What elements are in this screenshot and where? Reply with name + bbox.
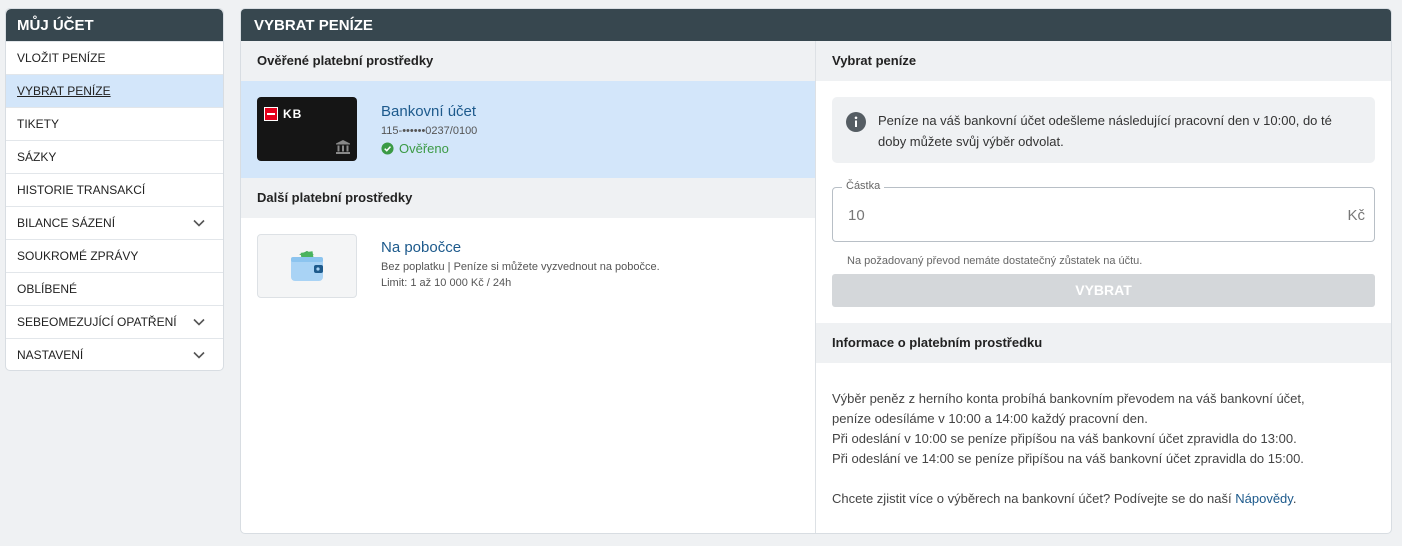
- branch-method-description: Bez poplatku | Peníze si můžete vyzvedno…: [381, 261, 660, 273]
- account-sidebar: MŮJ ÚČET VLOŽIT PENÍZE VYBRAT PENÍZE TIK…: [5, 8, 224, 371]
- sidebar-item-tickets[interactable]: TIKETY: [6, 107, 223, 140]
- withdraw-notice: Peníze na váš bankovní účet odešleme nás…: [832, 97, 1375, 163]
- info-icon: [846, 112, 866, 132]
- amount-label: Částka: [842, 180, 885, 192]
- help-link[interactable]: Nápovědy: [1235, 491, 1293, 506]
- sidebar-item-bets[interactable]: SÁZKY: [6, 140, 223, 173]
- sidebar-item-self-limitation[interactable]: SEBEOMEZUJÍCÍ OPATŘENÍ: [6, 305, 223, 338]
- kb-logo: KB: [264, 107, 302, 121]
- other-methods-title: Další platební prostředky: [241, 178, 815, 218]
- sidebar-item-label: SÁZKY: [17, 150, 57, 164]
- method-info-line: Výběr peněz z herního konta probíhá bank…: [832, 391, 1305, 406]
- sidebar-item-withdraw[interactable]: VYBRAT PENÍZE: [6, 74, 223, 107]
- sidebar-item-settings[interactable]: NASTAVENÍ: [6, 338, 223, 370]
- sidebar-item-favorites[interactable]: OBLÍBENÉ: [6, 272, 223, 305]
- bank-account-number: 115-••••••0237/0100: [381, 124, 478, 137]
- wallet-icon: [291, 251, 323, 281]
- amount-input[interactable]: Částka 10 Kč: [832, 180, 1375, 242]
- chevron-down-icon: [193, 318, 205, 326]
- sidebar-item-transaction-history[interactable]: HISTORIE TRANSAKCÍ: [6, 173, 223, 206]
- bank-card: KB: [257, 97, 357, 161]
- payment-methods-column: Ověřené platební prostředky KB Bankovní …: [241, 41, 816, 533]
- sidebar-item-label: SOUKROMÉ ZPRÁVY: [17, 249, 139, 263]
- check-circle-icon: [381, 141, 394, 155]
- method-info-title: Informace o platebním prostředku: [816, 323, 1391, 363]
- sidebar-item-private-messages[interactable]: SOUKROMÉ ZPRÁVY: [6, 239, 223, 272]
- page-title: VYBRAT PENÍZE: [241, 9, 1391, 41]
- branch-method-name: Na pobočce: [381, 239, 462, 256]
- method-info-line: Při odeslání v 10:00 se peníze připíšou …: [832, 431, 1297, 446]
- withdraw-button[interactable]: VYBRAT: [832, 274, 1375, 307]
- branch-method[interactable]: Na pobočce Bez poplatku | Peníze si může…: [241, 218, 815, 314]
- method-info-line: Při odeslání ve 14:00 se peníze připíšou…: [832, 451, 1304, 466]
- currency-label: Kč: [1347, 207, 1365, 224]
- withdraw-form-column: Vybrat peníze Peníze na váš bankovní úče…: [816, 41, 1391, 533]
- sidebar-title: MŮJ ÚČET: [6, 9, 223, 41]
- sidebar-item-label: SEBEOMEZUJÍCÍ OPATŘENÍ: [17, 315, 177, 329]
- help-text: Chcete zjistit více o výběrech na bankov…: [832, 491, 1297, 506]
- withdraw-section-title: Vybrat peníze: [816, 41, 1391, 81]
- sidebar-item-label: BILANCE SÁZENÍ: [17, 216, 116, 230]
- sidebar-item-betting-balance[interactable]: BILANCE SÁZENÍ: [6, 206, 223, 239]
- method-info-body: Výběr peněz z herního konta probíhá bank…: [816, 363, 1391, 509]
- bank-account-method[interactable]: KB Bankovní účet 115-••••••0237/0100 Ově…: [241, 81, 815, 178]
- sidebar-item-label: VYBRAT PENÍZE: [17, 84, 111, 98]
- branch-method-icon-box: [257, 234, 357, 298]
- withdraw-panel: VYBRAT PENÍZE Ověřené platební prostředk…: [240, 8, 1392, 534]
- amount-hint: Na požadovaný převod nemáte dostatečný z…: [847, 255, 1143, 267]
- sidebar-item-label: NASTAVENÍ: [17, 348, 84, 362]
- bank-icon: [336, 140, 350, 154]
- verified-methods-title: Ověřené platební prostředky: [241, 41, 815, 81]
- chevron-down-icon: [193, 219, 205, 227]
- amount-value: 10: [848, 207, 865, 224]
- withdraw-notice-text: Peníze na váš bankovní účet odešleme nás…: [878, 113, 1332, 149]
- sidebar-item-label: VLOŽIT PENÍZE: [17, 51, 106, 65]
- sidebar-item-deposit[interactable]: VLOŽIT PENÍZE: [6, 41, 223, 74]
- sidebar-item-label: TIKETY: [17, 117, 60, 131]
- sidebar-item-label: OBLÍBENÉ: [17, 282, 78, 296]
- method-info-line: peníze odesíláme v 10:00 a 14:00 každý p…: [832, 411, 1148, 426]
- chevron-down-icon: [193, 351, 205, 359]
- branch-method-limit: Limit: 1 až 10 000 Kč / 24h: [381, 277, 512, 289]
- verified-status: Ověřeno: [381, 141, 477, 156]
- bank-account-name: Bankovní účet: [381, 102, 477, 120]
- sidebar-item-label: HISTORIE TRANSAKCÍ: [17, 183, 146, 197]
